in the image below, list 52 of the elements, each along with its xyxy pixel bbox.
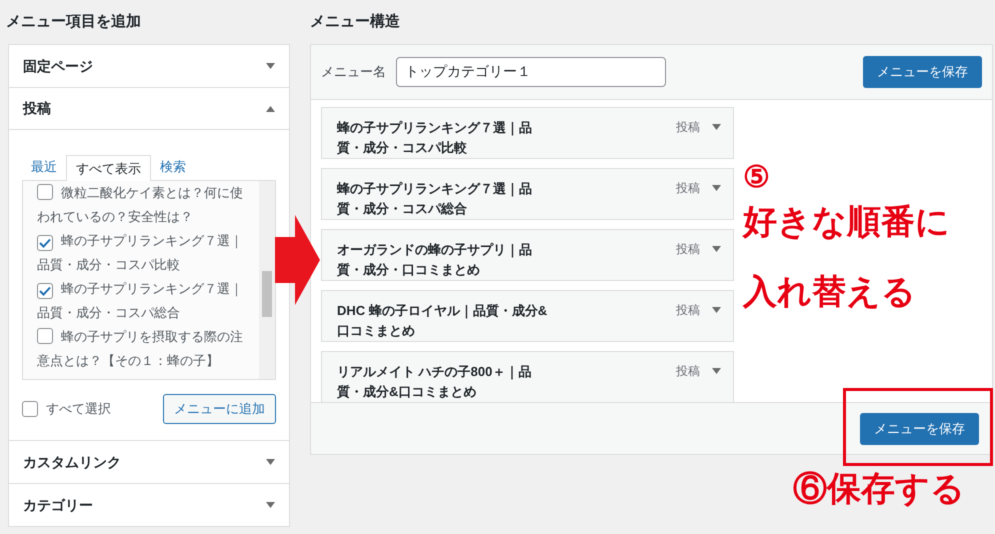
checkbox[interactable] [37,235,53,251]
accordion-header[interactable]: 投稿 [9,88,289,130]
panel-title: メニュー構造 [310,12,401,32]
item-type-label: 投稿 [676,241,700,258]
checkbox[interactable] [22,401,38,417]
checkbox[interactable] [37,184,53,200]
checkmark-icon [39,238,51,248]
instruction-text: 入れ替える [743,272,917,312]
accordion-header[interactable]: カテゴリー [9,484,289,526]
item-type-label: 投稿 [676,180,700,197]
tab[interactable]: 最近 [22,154,66,180]
item-type-label: 投稿 [676,363,700,380]
expand-arrow-icon[interactable] [266,459,275,465]
item-type-label: 投稿 [676,119,700,136]
tab[interactable]: 検索 [151,154,195,180]
instruction-text: 好きな順番に [743,202,950,242]
add-to-menu-button[interactable]: メニューに追加 [163,394,276,424]
arrow-icon [275,215,320,305]
panel-title: メニュー項目を追加 [6,12,142,32]
menu-name-field[interactable]: トップカテゴリー１ [396,57,666,87]
expand-arrow-icon[interactable] [266,502,275,508]
menu-item-bar[interactable]: 蜂の子サプリランキング７選｜品質・成分・コスパ比較 投稿 [321,107,734,159]
expand-arrow-icon[interactable] [712,368,721,374]
menu-name-label: メニュー名 [321,63,386,82]
checkbox[interactable] [37,283,53,299]
step-number: ⑤ [743,160,771,196]
collapse-arrow-icon[interactable] [266,106,275,112]
menu-item-bar[interactable]: DHC 蜂の子ロイヤル｜品質・成分&口コミまとめ 投稿 [321,290,734,342]
menu-item-bar[interactable]: リアルメイト ハチの子800＋｜品質・成分&口コミまとめ 投稿 [321,351,734,403]
expand-arrow-icon[interactable] [712,307,721,313]
post-checkbox-label[interactable]: 蜂の子サプリを摂取する際の注意点とは？【その１：蜂の子】 [37,325,251,373]
save-menu-button[interactable]: メニューを保存 [863,56,982,88]
expand-arrow-icon[interactable] [712,246,721,252]
select-all-checkbox[interactable]: すべて選択 [22,399,111,419]
expand-arrow-icon[interactable] [712,185,721,191]
menu-item-bar[interactable]: 蜂の子サプリランキング７選｜品質・成分・コスパ総合 投稿 [321,168,734,220]
accordion-header[interactable]: カスタムリンク [9,441,289,483]
menu-item-bar[interactable]: オーガランドの蜂の子サプリ｜品質・成分・口コミまとめ 投稿 [321,229,734,281]
instruction-text: ⑥保存する [793,469,965,510]
accordion-header[interactable]: 固定ページ [9,45,289,87]
checkbox[interactable] [37,328,53,344]
post-checkbox-label[interactable]: 蜂の子サプリランキング７選｜品質・成分・コスパ総合 [37,277,251,325]
scrollbar-thumb[interactable] [262,271,272,317]
expand-arrow-icon[interactable] [266,63,275,69]
item-type-label: 投稿 [676,302,700,319]
checkmark-icon [39,286,51,296]
scrollbar[interactable] [259,181,275,379]
expand-arrow-icon[interactable] [712,124,721,130]
save-menu-button[interactable]: メニューを保存 [860,412,979,444]
tab[interactable]: すべて表示 [66,155,151,181]
post-checkbox-label[interactable]: 微粒二酸化ケイ素とは？何に使われているの？安全性は？ [37,181,251,229]
post-checkbox-label[interactable]: 蜂の子サプリランキング７選｜品質・成分・コスパ比較 [37,229,251,277]
